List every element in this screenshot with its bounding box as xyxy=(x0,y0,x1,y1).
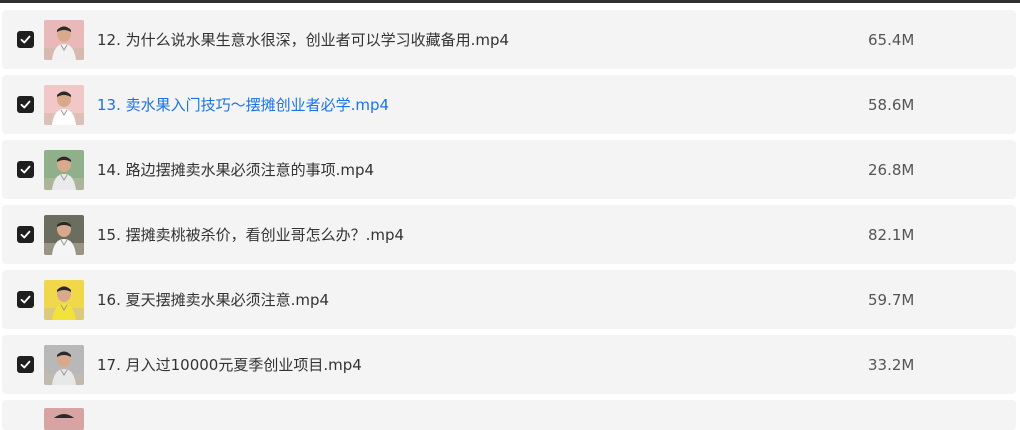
file-row[interactable]: 17. 月入过10000元夏季创业项目.mp4 33.2M xyxy=(2,335,1016,394)
file-checkbox[interactable] xyxy=(17,356,34,373)
video-thumbnail xyxy=(44,408,84,430)
video-thumbnail xyxy=(44,214,84,255)
file-row-partial[interactable] xyxy=(2,400,1016,430)
video-thumbnail xyxy=(44,149,84,190)
file-checkbox[interactable] xyxy=(17,96,34,113)
file-name[interactable]: 16. 夏天摆摊卖水果必须注意.mp4 xyxy=(97,289,329,310)
file-checkbox[interactable] xyxy=(17,291,34,308)
file-size: 59.7M xyxy=(868,290,915,309)
file-name[interactable]: 15. 摆摊卖桃被杀价，看创业哥怎么办？.mp4 xyxy=(97,224,404,245)
checkmark-icon xyxy=(20,35,31,44)
file-name[interactable]: 17. 月入过10000元夏季创业项目.mp4 xyxy=(97,354,362,375)
file-size: 33.2M xyxy=(868,355,915,374)
file-size: 58.6M xyxy=(868,95,915,114)
file-row[interactable]: 12. 为什么说水果生意水很深，创业者可以学习收藏备用.mp4 65.4M xyxy=(2,10,1016,69)
checkmark-icon xyxy=(20,360,31,369)
file-name[interactable]: 13. 卖水果入门技巧～摆摊创业者必学.mp4 xyxy=(97,94,389,115)
file-row[interactable]: 15. 摆摊卖桃被杀价，看创业哥怎么办？.mp4 82.1M xyxy=(2,205,1016,264)
file-row[interactable]: 14. 路边摆摊卖水果必须注意的事项.mp4 26.8M xyxy=(2,140,1016,199)
file-checkbox[interactable] xyxy=(17,226,34,243)
file-checkbox[interactable] xyxy=(17,161,34,178)
file-size: 26.8M xyxy=(868,160,915,179)
file-size: 82.1M xyxy=(868,225,915,244)
file-row[interactable]: 16. 夏天摆摊卖水果必须注意.mp4 59.7M xyxy=(2,270,1016,329)
file-list: 12. 为什么说水果生意水很深，创业者可以学习收藏备用.mp4 65.4M 13.… xyxy=(2,10,1016,430)
file-name[interactable]: 12. 为什么说水果生意水很深，创业者可以学习收藏备用.mp4 xyxy=(97,29,509,50)
video-thumbnail xyxy=(44,19,84,60)
top-divider xyxy=(0,0,1020,3)
file-name[interactable]: 14. 路边摆摊卖水果必须注意的事项.mp4 xyxy=(97,159,374,180)
file-size: 65.4M xyxy=(868,30,915,49)
video-thumbnail xyxy=(44,84,84,125)
checkmark-icon xyxy=(20,100,31,109)
file-row[interactable]: 13. 卖水果入门技巧～摆摊创业者必学.mp4 58.6M xyxy=(2,75,1016,134)
video-thumbnail xyxy=(44,279,84,320)
checkmark-icon xyxy=(20,230,31,239)
checkmark-icon xyxy=(20,165,31,174)
video-thumbnail xyxy=(44,344,84,385)
checkmark-icon xyxy=(20,295,31,304)
file-checkbox[interactable] xyxy=(17,31,34,48)
